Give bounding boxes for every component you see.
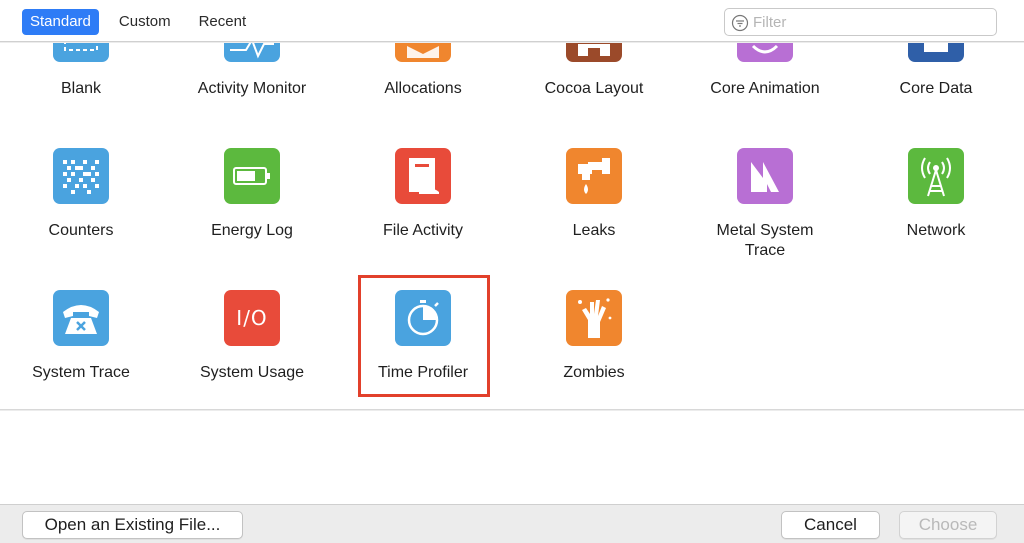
battery-icon xyxy=(224,148,280,204)
template-label: Core Data xyxy=(899,80,973,97)
template-label: Energy Log xyxy=(211,222,293,239)
template-label: Blank xyxy=(60,80,102,97)
file-activity-icon xyxy=(395,148,451,204)
faucet-icon xyxy=(566,148,622,204)
core-animation-icon xyxy=(737,43,793,62)
template-label: Metal System Trace xyxy=(690,221,840,261)
cocoa-layout-icon xyxy=(566,43,622,62)
open-existing-file-button[interactable]: Open an Existing File... xyxy=(22,511,243,539)
template-label: File Activity xyxy=(382,222,463,239)
template-label: Core Animation xyxy=(710,80,820,97)
template-label: Allocations xyxy=(384,80,462,97)
instruments-template-chooser: Standard Custom Recent Blank xyxy=(0,0,1024,543)
blank-icon xyxy=(53,43,109,62)
template-label: System Usage xyxy=(199,364,305,381)
activity-monitor-icon xyxy=(224,43,280,62)
zombie-hand-icon xyxy=(566,290,622,346)
template-label: Cocoa Layout xyxy=(544,80,644,97)
metal-icon xyxy=(737,148,793,204)
template-label: Leaks xyxy=(572,222,616,239)
tab-custom[interactable]: Custom xyxy=(111,9,179,35)
template-label-line1: Metal System xyxy=(716,222,814,239)
template-label: Network xyxy=(906,222,966,239)
filter-field[interactable] xyxy=(724,8,997,36)
template-description-area xyxy=(0,411,1024,505)
antenna-icon xyxy=(908,148,964,204)
template-tabs: Standard Custom Recent xyxy=(22,9,266,35)
template-label: Activity Monitor xyxy=(197,80,307,97)
io-glyph: I/O xyxy=(236,306,268,330)
toolbar: Standard Custom Recent xyxy=(0,0,1024,42)
counters-icon xyxy=(53,148,109,204)
template-label-line2: Trace xyxy=(744,242,786,259)
tab-recent[interactable]: Recent xyxy=(191,9,255,35)
selection-highlight xyxy=(358,275,490,397)
choose-button[interactable]: Choose xyxy=(899,511,997,539)
template-grid: Blank Activity Monitor Allocations Cocoa… xyxy=(0,43,1024,410)
template-label: System Trace xyxy=(32,364,130,381)
allocations-icon xyxy=(395,43,451,62)
template-label: Zombies xyxy=(563,364,625,381)
telephone-icon xyxy=(53,290,109,346)
template-label: Counters xyxy=(48,222,114,239)
tab-standard[interactable]: Standard xyxy=(22,9,99,35)
cancel-button[interactable]: Cancel xyxy=(781,511,880,539)
io-icon: I/O xyxy=(224,290,280,346)
core-data-icon xyxy=(908,43,964,62)
filter-input[interactable] xyxy=(753,13,983,31)
filter-icon xyxy=(731,14,749,32)
